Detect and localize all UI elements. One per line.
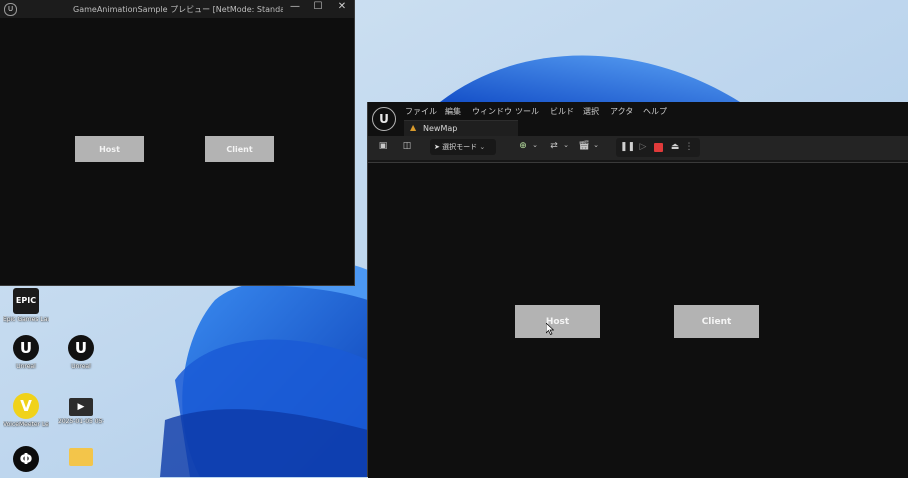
level-map-icon: ▲: [410, 123, 417, 132]
desktop-icon-unreal-1[interactable]: U Unreal: [3, 335, 49, 370]
menu-help[interactable]: ヘルプ: [643, 106, 667, 117]
app-icon: Φ: [13, 446, 39, 472]
mouse-cursor-icon: [546, 323, 554, 335]
minimize-icon[interactable]: —: [288, 1, 302, 12]
editor-toolbar: ▣ ◫ ➤ 選択モード ⌄ ⊕ ⌄ ⇄ ⌄ 🎬︎ ⌄ ❚❚ ▷ ⏏ ⋮: [368, 136, 908, 160]
tab-newmap[interactable]: ▲ NewMap: [404, 120, 518, 136]
desktop-icon-label: Unreal: [71, 363, 91, 370]
unreal-logo-icon[interactable]: U: [372, 107, 396, 131]
voicemeeter-icon: V: [13, 393, 39, 419]
unreal-logo-icon: U: [4, 3, 17, 16]
menu-actor[interactable]: アクタ: [610, 106, 633, 117]
preview-window-title: GameAnimationSample プレビュー [NetMode: Stan…: [73, 5, 283, 14]
content-browser-icon[interactable]: ◫: [400, 141, 414, 151]
preview-titlebar[interactable]: U GameAnimationSample プレビュー [NetMode: St…: [0, 0, 354, 18]
cursor-mode-icon: ➤: [434, 143, 440, 151]
unreal-editor-window: U ファイル 編集 ウィンドウ ツール ビルド 選択 アクタ ヘルプ ▲ New…: [367, 102, 908, 478]
tab-label: NewMap: [423, 124, 458, 133]
desktop-icon-label: VoiceMeeter Lenta: [3, 421, 49, 428]
unreal-icon: U: [68, 335, 94, 361]
chevron-down-icon[interactable]: ⌄: [559, 141, 573, 149]
video-file-icon: ▶: [69, 398, 93, 416]
desktop-icon-label: 2025-01-05 05-17-54.mp4 - ...: [58, 418, 104, 425]
selection-mode-label: 選択モード: [442, 143, 478, 151]
save-icon[interactable]: ▣: [376, 141, 390, 151]
desktop-icon-app[interactable]: Φ: [3, 446, 49, 472]
unreal-icon: U: [13, 335, 39, 361]
menu-build[interactable]: ビルド: [550, 106, 574, 117]
menu-tools[interactable]: ツール: [515, 106, 539, 117]
close-icon[interactable]: ✕: [335, 1, 349, 12]
stop-icon[interactable]: [654, 143, 663, 152]
viewport-host-button[interactable]: Host: [515, 305, 600, 338]
desktop-icon-folder[interactable]: [58, 448, 104, 466]
maximize-icon[interactable]: ☐: [311, 1, 325, 12]
chevron-down-icon[interactable]: ⌄: [528, 141, 542, 149]
menu-edit[interactable]: 編集: [445, 106, 461, 117]
editor-viewport[interactable]: Host Client: [368, 162, 908, 478]
editor-menubar: U ファイル 編集 ウィンドウ ツール ビルド 選択 アクタ ヘルプ ▲ New…: [368, 102, 908, 136]
desktop-icon-epic-games[interactable]: EPIC Epic Games Launcher: [3, 288, 49, 323]
selection-mode-dropdown[interactable]: ➤ 選択モード ⌄: [430, 139, 496, 155]
menu-file[interactable]: ファイル: [405, 106, 437, 117]
desktop-icon-label: Unreal: [16, 363, 36, 370]
desktop-icon-unreal-2[interactable]: U Unreal: [58, 335, 104, 370]
preview-client-button[interactable]: Client: [205, 136, 274, 162]
play-controls: ❚❚ ▷ ⏏ ⋮: [616, 138, 700, 157]
desktop-icon-video-file[interactable]: ▶ 2025-01-05 05-17-54.mp4 - ...: [58, 398, 104, 425]
preview-host-button[interactable]: Host: [75, 136, 144, 162]
menu-window[interactable]: ウィンドウ: [472, 106, 512, 117]
more-options-icon[interactable]: ⋮: [682, 142, 696, 152]
menu-select[interactable]: 選択: [583, 106, 599, 117]
desktop-icon-label: Epic Games Launcher: [3, 316, 49, 323]
chevron-down-icon[interactable]: ⌄: [589, 141, 603, 149]
folder-icon: [69, 448, 93, 466]
pause-icon[interactable]: ❚❚: [620, 142, 635, 152]
eject-icon[interactable]: ⏏: [668, 142, 682, 152]
viewport-client-button[interactable]: Client: [674, 305, 759, 338]
step-frame-icon[interactable]: ▷: [636, 142, 650, 152]
game-preview-window: U GameAnimationSample プレビュー [NetMode: St…: [0, 0, 355, 286]
chevron-down-icon: ⌄: [479, 143, 486, 151]
epic-games-icon: EPIC: [13, 288, 39, 314]
desktop-icon-voicemeeter[interactable]: V VoiceMeeter Lenta: [3, 393, 49, 428]
